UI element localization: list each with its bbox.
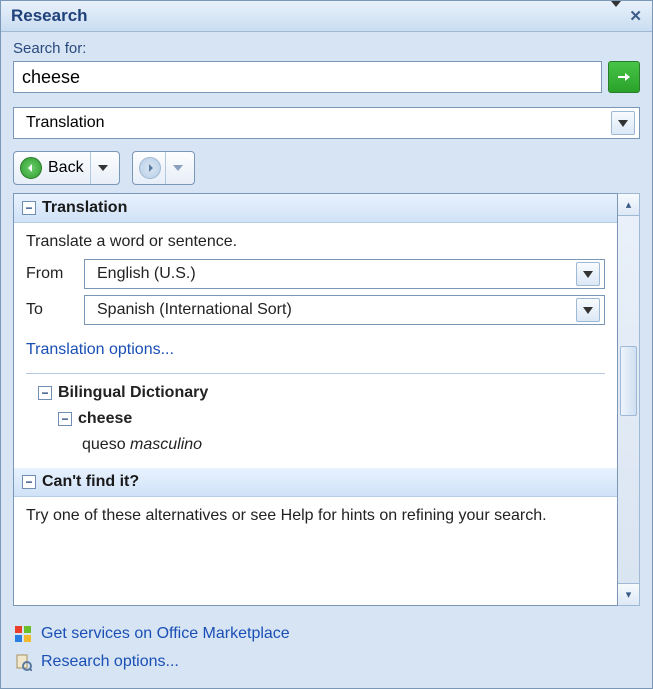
bilingual-header: − Bilingual Dictionary xyxy=(38,384,605,402)
dictionary-entry: − cheese xyxy=(58,410,605,428)
translation-section-title: Translation xyxy=(42,199,127,217)
title-bar-controls: ✕ xyxy=(611,7,642,25)
from-label: From xyxy=(26,265,74,283)
scrollbar[interactable]: ▴ ▾ xyxy=(618,193,640,606)
marketplace-row: Get services on Office Marketplace xyxy=(13,620,640,648)
search-row xyxy=(13,61,640,93)
chevron-down-icon xyxy=(576,262,600,286)
back-arrow-icon xyxy=(20,157,42,179)
translation-section-body: Translate a word or sentence. From Engli… xyxy=(14,223,617,468)
scroll-down-button[interactable]: ▾ xyxy=(618,583,639,605)
research-options-link[interactable]: Research options... xyxy=(41,653,179,671)
marketplace-icon xyxy=(13,624,33,644)
back-button[interactable]: Back xyxy=(13,151,120,185)
close-icon[interactable]: ✕ xyxy=(629,7,642,25)
arrow-right-icon xyxy=(616,69,632,85)
results-wrap: − Translation Translate a word or senten… xyxy=(1,193,652,614)
to-label: To xyxy=(26,301,74,319)
footer: Get services on Office Marketplace Resea… xyxy=(1,614,652,688)
results-panel: − Translation Translate a word or senten… xyxy=(13,193,618,606)
back-history-dropdown[interactable] xyxy=(90,152,115,184)
forward-button[interactable] xyxy=(132,151,195,185)
definition-pos: masculino xyxy=(130,436,202,453)
bilingual-title: Bilingual Dictionary xyxy=(58,384,208,402)
from-language-select[interactable]: English (U.S.) xyxy=(84,259,605,289)
scroll-thumb[interactable] xyxy=(620,346,637,416)
collapse-toggle[interactable]: − xyxy=(38,386,52,400)
to-language-value: Spanish (International Sort) xyxy=(97,301,292,319)
service-select-row: Translation xyxy=(1,107,652,147)
cant-find-section-body: Try one of these alternatives or see Hel… xyxy=(14,497,617,539)
service-select[interactable]: Translation xyxy=(13,107,640,139)
cant-find-section-header: − Can't find it? xyxy=(14,468,617,497)
service-select-value: Translation xyxy=(26,114,105,132)
search-go-button[interactable] xyxy=(608,61,640,93)
translation-prompt: Translate a word or sentence. xyxy=(26,233,605,251)
research-options-row: Research options... xyxy=(13,648,640,676)
collapse-toggle[interactable]: − xyxy=(58,412,72,426)
back-button-label: Back xyxy=(46,159,86,177)
divider xyxy=(26,373,605,374)
translation-section-header: − Translation xyxy=(14,194,617,223)
cant-find-title: Can't find it? xyxy=(42,473,139,491)
task-pane-options-icon[interactable] xyxy=(611,7,621,25)
chevron-down-icon xyxy=(576,298,600,322)
from-row: From English (U.S.) xyxy=(26,259,605,289)
cant-find-text: Try one of these alternatives or see Hel… xyxy=(26,507,605,525)
research-pane: Research ✕ Search for: Translation Back xyxy=(0,0,653,689)
to-language-select[interactable]: Spanish (International Sort) xyxy=(84,295,605,325)
forward-history-dropdown[interactable] xyxy=(165,152,190,184)
definition-text: queso xyxy=(82,436,126,453)
chevron-down-icon xyxy=(611,111,635,135)
to-row: To Spanish (International Sort) xyxy=(26,295,605,325)
scroll-track[interactable] xyxy=(618,216,639,583)
pane-title: Research xyxy=(11,6,88,26)
marketplace-link[interactable]: Get services on Office Marketplace xyxy=(41,625,290,643)
scroll-up-button[interactable]: ▴ xyxy=(618,194,639,216)
dictionary-definition: queso masculino xyxy=(82,436,605,454)
forward-arrow-icon xyxy=(139,157,161,179)
translation-options-link[interactable]: Translation options... xyxy=(26,341,174,359)
collapse-toggle[interactable]: − xyxy=(22,201,36,215)
collapse-toggle[interactable]: − xyxy=(22,475,36,489)
from-language-value: English (U.S.) xyxy=(97,265,196,283)
search-label: Search for: xyxy=(13,40,640,57)
search-input[interactable] xyxy=(13,61,602,93)
nav-row: Back xyxy=(1,147,652,193)
dictionary-entry-word: cheese xyxy=(78,410,132,428)
research-options-icon xyxy=(13,652,33,672)
title-bar: Research ✕ xyxy=(1,1,652,32)
search-area: Search for: xyxy=(1,32,652,107)
